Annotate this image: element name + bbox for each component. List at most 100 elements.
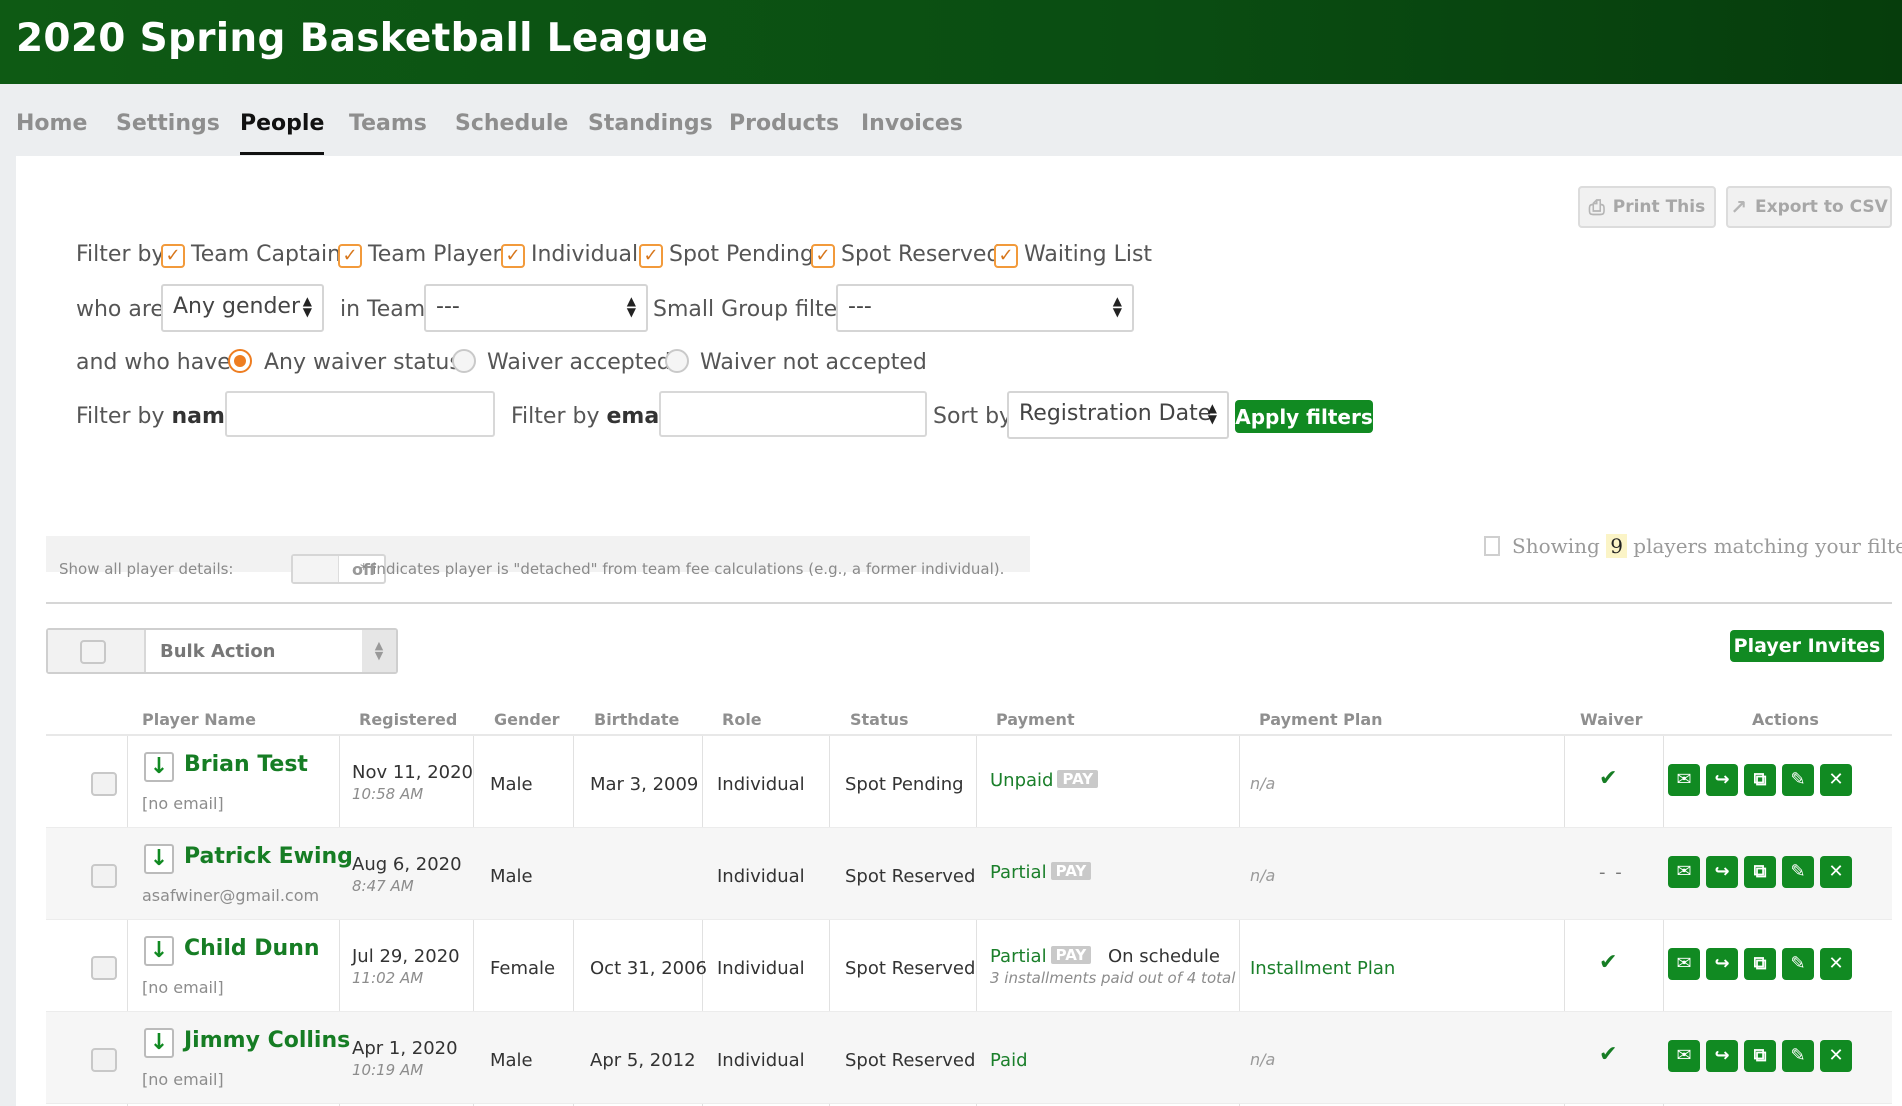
gender: Male xyxy=(490,866,533,887)
individual-checkbox[interactable]: ✓ xyxy=(501,244,525,268)
row-actions: ✉ ↪ ⧉ ✎ ✕ xyxy=(1668,1040,1852,1072)
main-nav: Home Settings People Teams Schedule Stan… xyxy=(0,84,1902,156)
tab-people[interactable]: People xyxy=(240,111,325,155)
download-arrow-icon[interactable]: ↓ xyxy=(144,936,174,966)
tab-settings[interactable]: Settings xyxy=(116,111,220,136)
delete-icon[interactable]: ✕ xyxy=(1820,764,1852,796)
status: Spot Pending xyxy=(845,774,964,795)
waiver-accepted-radio[interactable] xyxy=(452,349,476,373)
row-checkbox[interactable] xyxy=(91,864,117,888)
delete-icon[interactable]: ✕ xyxy=(1820,1040,1852,1072)
download-arrow-icon[interactable]: ↓ xyxy=(144,752,174,782)
download-arrow-icon[interactable]: ↓ xyxy=(144,1028,174,1058)
player-email: [no email] xyxy=(142,1070,224,1089)
download-arrow-icon[interactable]: ↓ xyxy=(144,844,174,874)
player-email: [no email] xyxy=(142,794,224,813)
name-filter-input[interactable] xyxy=(225,391,495,437)
col-role[interactable]: Role xyxy=(722,710,762,729)
who-are-label: who are xyxy=(76,297,164,322)
spot-reserved-checkbox[interactable]: ✓ xyxy=(811,244,835,268)
payment-status[interactable]: Unpaid PAY xyxy=(990,770,1099,791)
bulk-action-select[interactable]: Bulk Action ▲ ▼ xyxy=(46,628,398,674)
player-name-link[interactable]: Child Dunn xyxy=(184,936,320,961)
email-icon[interactable]: ✉ xyxy=(1668,1040,1700,1072)
sort-select[interactable]: Registration Date ▲ ▼ xyxy=(1007,391,1229,439)
email-icon[interactable]: ✉ xyxy=(1668,948,1700,980)
row-checkbox[interactable] xyxy=(91,1048,117,1072)
registered-date: Nov 11, 2020 xyxy=(352,762,474,783)
pay-badge[interactable]: PAY xyxy=(1057,770,1099,788)
team-captain-checkbox[interactable]: ✓ xyxy=(161,244,185,268)
payment-status[interactable]: Partial PAY xyxy=(990,862,1092,883)
share-icon[interactable]: ↪ xyxy=(1706,948,1738,980)
select-all-checkbox[interactable] xyxy=(80,640,106,664)
tab-home[interactable]: Home xyxy=(16,111,87,136)
payment-status[interactable]: Partial PAY xyxy=(990,946,1092,967)
players-table: Player Name Registered Gender Birthdate … xyxy=(46,700,1892,1106)
col-registered[interactable]: Registered xyxy=(359,710,457,729)
gender-select[interactable]: Any gender ▲ ▼ xyxy=(161,284,324,332)
small-group-label: Small Group filter: xyxy=(653,297,854,322)
export-csv-button[interactable]: ↗ Export to CSV xyxy=(1726,186,1892,228)
sort-arrows-icon: ▲ ▼ xyxy=(362,630,396,672)
team-select[interactable]: --- ▲ ▼ xyxy=(424,284,648,332)
any-waiver-radio[interactable] xyxy=(228,349,252,373)
share-icon[interactable]: ↪ xyxy=(1706,764,1738,796)
row-checkbox[interactable] xyxy=(91,772,117,796)
copy-icon[interactable]: ⧉ xyxy=(1744,1040,1776,1072)
edit-icon[interactable]: ✎ xyxy=(1782,764,1814,796)
copy-icon[interactable]: ⧉ xyxy=(1744,856,1776,888)
role: Individual xyxy=(717,774,805,795)
spot-pending-label: Spot Pending xyxy=(669,242,814,267)
col-birthdate[interactable]: Birthdate xyxy=(594,710,679,729)
col-payment-plan[interactable]: Payment Plan xyxy=(1259,710,1383,729)
edit-icon[interactable]: ✎ xyxy=(1782,856,1814,888)
tab-products[interactable]: Products xyxy=(729,111,839,136)
small-group-select[interactable]: --- ▲ ▼ xyxy=(836,284,1134,332)
filter-by-email-label: Filter by email xyxy=(511,404,675,429)
player-name-link[interactable]: Jimmy Collins xyxy=(184,1028,350,1053)
tab-schedule[interactable]: Schedule xyxy=(455,111,568,136)
col-player-name[interactable]: Player Name xyxy=(142,710,256,729)
email-filter-input[interactable] xyxy=(659,391,927,437)
league-title: 2020 Spring Basketball League xyxy=(16,16,709,61)
pay-badge[interactable]: PAY xyxy=(1050,862,1092,880)
row-checkbox[interactable] xyxy=(91,956,117,980)
col-gender[interactable]: Gender xyxy=(494,710,560,729)
print-button[interactable]: ⎙ Print This xyxy=(1578,186,1716,228)
show-details-label: Show all player details: xyxy=(59,560,234,578)
col-payment[interactable]: Payment xyxy=(996,710,1075,729)
share-icon[interactable]: ↪ xyxy=(1706,856,1738,888)
role: Individual xyxy=(717,1050,805,1071)
col-waiver[interactable]: Waiver xyxy=(1580,710,1643,729)
apply-filters-button[interactable]: Apply filters xyxy=(1235,400,1373,433)
copy-icon[interactable]: ⧉ xyxy=(1744,764,1776,796)
divider xyxy=(46,602,1892,604)
edit-icon[interactable]: ✎ xyxy=(1782,948,1814,980)
col-status[interactable]: Status xyxy=(850,710,909,729)
registered-date: Jul 29, 2020 xyxy=(352,946,460,967)
pay-badge[interactable]: PAY xyxy=(1050,946,1092,964)
tab-standings[interactable]: Standings xyxy=(588,111,713,136)
tab-invoices[interactable]: Invoices xyxy=(861,111,963,136)
delete-icon[interactable]: ✕ xyxy=(1820,856,1852,888)
waiting-list-checkbox[interactable]: ✓ xyxy=(994,244,1018,268)
player-invites-button[interactable]: Player Invites xyxy=(1730,630,1884,662)
team-player-checkbox[interactable]: ✓ xyxy=(338,244,362,268)
delete-icon[interactable]: ✕ xyxy=(1820,948,1852,980)
spot-pending-checkbox[interactable]: ✓ xyxy=(639,244,663,268)
results-count-number: 9 xyxy=(1606,534,1627,558)
player-name-link[interactable]: Patrick Ewing xyxy=(184,844,353,869)
email-icon[interactable]: ✉ xyxy=(1668,856,1700,888)
share-icon[interactable]: ↪ xyxy=(1706,1040,1738,1072)
row-actions: ✉ ↪ ⧉ ✎ ✕ xyxy=(1668,764,1852,796)
waiver-not-accepted-radio[interactable] xyxy=(665,349,689,373)
edit-icon[interactable]: ✎ xyxy=(1782,1040,1814,1072)
player-name-link[interactable]: Brian Test xyxy=(184,752,308,777)
copy-icon[interactable]: ⧉ xyxy=(1744,948,1776,980)
email-icon[interactable]: ✉ xyxy=(1668,764,1700,796)
payment-status[interactable]: Paid xyxy=(990,1050,1028,1071)
sort-arrows-icon: ▲ ▼ xyxy=(302,294,312,319)
tab-teams[interactable]: Teams xyxy=(349,111,427,136)
payment-plan-link[interactable]: Installment Plan xyxy=(1250,958,1395,979)
